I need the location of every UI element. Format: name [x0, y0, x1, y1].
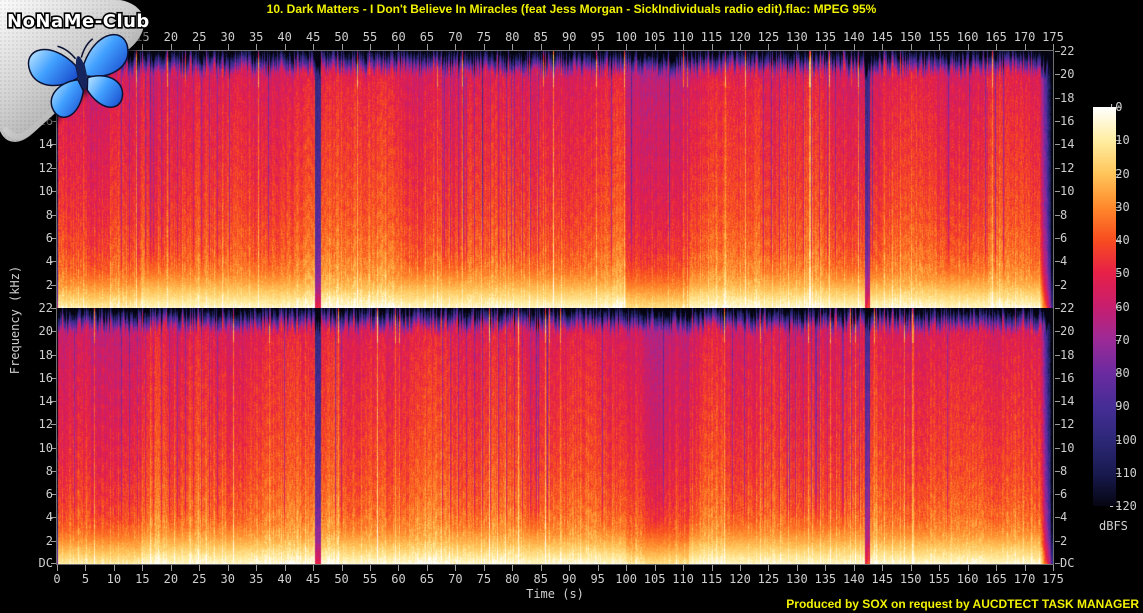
time-tick-mark-top — [683, 44, 685, 50]
time-tick-mark-top — [796, 44, 798, 50]
time-tick-mark-top — [398, 44, 400, 50]
freq-tick-label-right: 20 — [1060, 67, 1075, 81]
time-tick-mark-top — [313, 44, 315, 50]
time-tick-mark-bottom — [1024, 565, 1026, 571]
time-tick-mark-bottom — [853, 565, 855, 571]
time-tick-mark-bottom — [939, 565, 941, 571]
freq-tick-label-left: 12 — [38, 161, 53, 175]
freq-tick-label-left: 4 — [45, 510, 53, 524]
freq-tick-label-right: 22 — [1060, 44, 1075, 58]
time-tick-mark-bottom — [426, 565, 428, 571]
time-tick-mark-top — [569, 44, 571, 50]
time-tick-mark-bottom — [455, 565, 457, 571]
time-tick-mark-bottom — [796, 565, 798, 571]
time-tick-mark-top — [1024, 44, 1026, 50]
time-tick-mark-top — [939, 44, 941, 50]
time-tick-mark-bottom — [370, 565, 372, 571]
time-tick-mark-bottom — [85, 565, 87, 571]
time-tick-mark-bottom — [1053, 565, 1054, 571]
sox-spectrogram-image: 10. Dark Matters - I Don't Believe In Mi… — [0, 0, 1143, 613]
time-tick-mark-bottom — [910, 565, 912, 571]
freq-tick-label-left: 8 — [45, 464, 53, 478]
time-tick-mark-bottom — [626, 565, 628, 571]
freq-tick-label-left: 8 — [45, 208, 53, 222]
time-tick-mark-top — [227, 44, 229, 50]
colorbar-unit-label: dBFS — [1099, 519, 1128, 533]
freq-dc-label-right: DC — [1060, 556, 1075, 570]
time-tick-mark-bottom — [825, 565, 827, 571]
time-tick-mark-top — [512, 44, 514, 50]
freq-tick-label-right: 18 — [1060, 91, 1075, 105]
time-tick-mark-bottom — [313, 565, 315, 571]
freq-tick-label-right: 4 — [1060, 510, 1068, 524]
time-tick-mark-top — [455, 44, 457, 50]
time-tick-mark-bottom — [540, 565, 542, 571]
time-tick-mark-bottom — [739, 565, 741, 571]
time-tick-mark-bottom — [996, 565, 998, 571]
time-tick-mark-bottom — [199, 565, 201, 571]
frequency-axis-title: Frequency (kHz) — [8, 265, 22, 375]
time-tick-mark-top — [996, 44, 998, 50]
time-tick-mark-bottom — [569, 565, 571, 571]
time-tick-mark-bottom — [654, 565, 656, 571]
time-tick-mark-bottom — [711, 565, 713, 571]
time-tick-mark-bottom — [142, 565, 144, 571]
freq-tick-label-right: 2 — [1060, 534, 1068, 548]
time-tick-mark-bottom — [597, 565, 599, 571]
time-tick-mark-top — [768, 44, 770, 50]
time-tick-mark-bottom — [284, 565, 286, 571]
time-tick-mark-bottom — [57, 565, 58, 571]
time-tick-label-bottom: 175 — [1042, 572, 1064, 586]
time-tick-mark-bottom — [768, 565, 770, 571]
time-tick-mark-bottom — [398, 565, 400, 571]
dbfs-colorbar — [1093, 107, 1116, 506]
time-tick-mark-top — [370, 44, 372, 50]
time-tick-mark-top — [540, 44, 542, 50]
time-tick-mark-top — [1053, 44, 1054, 50]
time-tick-mark-top — [256, 44, 258, 50]
freq-tick-label-left: 6 — [45, 487, 53, 501]
freq-tick-label-left: 10 — [38, 441, 53, 455]
time-tick-mark-bottom — [227, 565, 229, 571]
time-axis-title: Time (s) — [526, 587, 584, 601]
time-tick-mark-bottom — [256, 565, 258, 571]
time-tick-mark-top — [739, 44, 741, 50]
noname-club-logo: NoNaMe-Club — [0, 0, 151, 142]
logo-text: NoNaMe-Club — [7, 11, 150, 32]
time-tick-label-top: 175 — [1042, 30, 1064, 44]
time-tick-mark-bottom — [683, 565, 685, 571]
time-tick-mark-top — [284, 44, 286, 50]
time-tick-mark-top — [882, 44, 884, 50]
time-tick-mark-bottom — [882, 565, 884, 571]
spectrogram-channel-2 — [57, 308, 1053, 564]
time-tick-mark-top — [597, 44, 599, 50]
time-tick-mark-top — [825, 44, 827, 50]
time-tick-mark-top — [967, 44, 969, 50]
time-tick-mark-top — [626, 44, 628, 50]
time-tick-mark-top — [910, 44, 912, 50]
spectrogram-channel-1 — [57, 51, 1053, 308]
time-tick-mark-bottom — [512, 565, 514, 571]
time-tick-mark-bottom — [341, 565, 343, 571]
time-tick-mark-bottom — [170, 565, 172, 571]
produced-by-credit: Produced by SOX on request by AUCDTECT T… — [786, 597, 1139, 611]
time-tick-mark-top — [426, 44, 428, 50]
time-tick-mark-top — [483, 44, 485, 50]
time-tick-mark-top — [654, 44, 656, 50]
time-tick-mark-bottom — [113, 565, 115, 571]
time-tick-mark-top — [853, 44, 855, 50]
time-tick-mark-top — [711, 44, 713, 50]
time-tick-mark-bottom — [967, 565, 969, 571]
freq-tick-label-left: 10 — [38, 184, 53, 198]
time-tick-mark-bottom — [483, 565, 485, 571]
time-tick-mark-top — [199, 44, 201, 50]
time-tick-mark-top — [341, 44, 343, 50]
spectrogram-plot-area — [56, 50, 1054, 565]
freq-tick-label-left: 12 — [38, 417, 53, 431]
freq-tick-label-left: 2 — [45, 534, 53, 548]
freq-dc-label-left: DC — [38, 556, 53, 570]
